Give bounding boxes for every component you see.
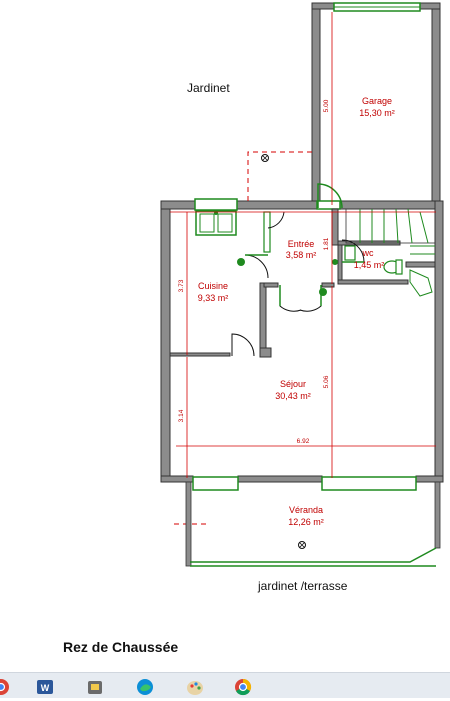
edge-icon[interactable] bbox=[136, 678, 154, 696]
entree-name: Entrée bbox=[288, 239, 315, 249]
sejour-name: Séjour bbox=[280, 379, 306, 389]
wc-marker bbox=[332, 259, 338, 265]
kitchen-marker bbox=[237, 258, 245, 266]
outside-label-bottom: jardinet /terrasse bbox=[257, 579, 348, 593]
floor-plan: 5.00 1.81 3.73 3.14 5.06 6.92 Garage 15,… bbox=[160, 2, 444, 593]
paint-icon[interactable] bbox=[186, 678, 204, 696]
garage-name: Garage bbox=[362, 96, 392, 106]
dim-entree-depth: 1.81 bbox=[323, 237, 330, 250]
chrome-icon[interactable] bbox=[234, 678, 252, 696]
garage-door bbox=[333, 2, 421, 12]
plan-caption: Rez de Chaussée bbox=[63, 639, 179, 655]
dim-lower-left-depth: 3.14 bbox=[178, 409, 185, 422]
outside-label-top: Jardinet bbox=[187, 81, 230, 95]
veranda-name: Véranda bbox=[289, 505, 323, 515]
svg-text:W: W bbox=[41, 683, 50, 693]
kitchen-sink bbox=[195, 210, 237, 236]
dim-cuisine-depth: 3.73 bbox=[178, 279, 185, 292]
chrome-icon[interactable] bbox=[0, 678, 10, 696]
dim-sejour-depth: 5.06 bbox=[323, 375, 330, 388]
kitchen-counter bbox=[263, 211, 271, 253]
wc-name: wc bbox=[362, 248, 374, 258]
entry-marker bbox=[319, 288, 327, 296]
word-icon[interactable]: W bbox=[36, 678, 54, 696]
app-icon[interactable] bbox=[86, 678, 104, 696]
doors bbox=[231, 183, 365, 357]
dim-total-width: 6.92 bbox=[297, 438, 310, 445]
sejour-area: 30,43 m² bbox=[275, 391, 311, 401]
wc-area: 1,45 m² bbox=[354, 260, 385, 270]
dim-garage-depth: 5.00 bbox=[323, 99, 330, 112]
veranda-area: 12,26 m² bbox=[288, 517, 324, 527]
cuisine-name: Cuisine bbox=[198, 281, 228, 291]
entree-area: 3,58 m² bbox=[286, 250, 317, 260]
taskbar: W bbox=[0, 672, 450, 698]
garage-area: 15,30 m² bbox=[359, 108, 395, 118]
cuisine-area: 9,33 m² bbox=[198, 293, 229, 303]
